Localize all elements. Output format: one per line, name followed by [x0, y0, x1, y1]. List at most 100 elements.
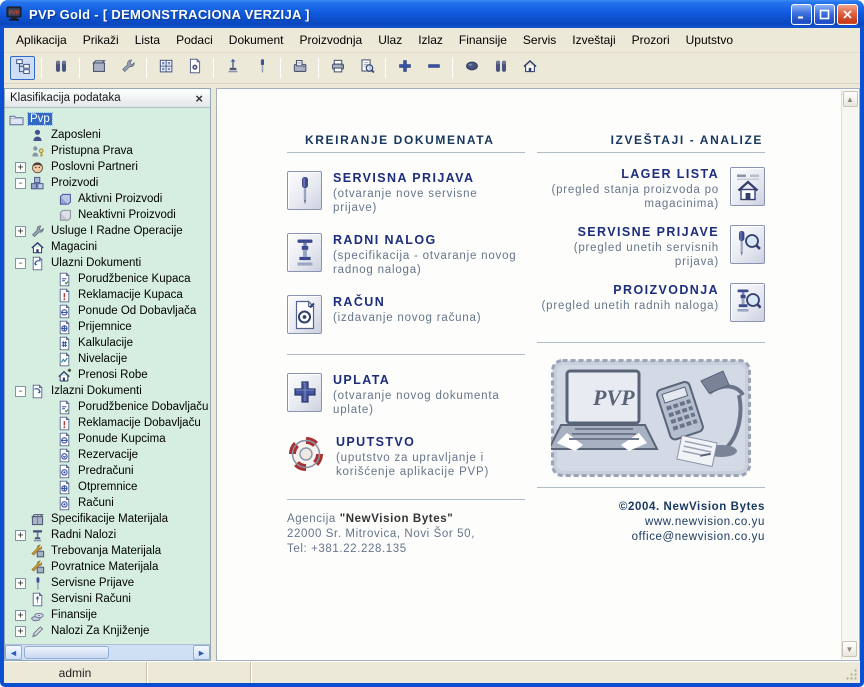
scroll-up-icon[interactable]: ▲ [843, 91, 858, 107]
tree-expander-icon[interactable]: + [15, 578, 26, 589]
minimize-button[interactable] [791, 4, 812, 25]
menu-finansije[interactable]: Finansije [451, 30, 515, 50]
tree-item-prenosi-robe[interactable]: Prenosi Robe [5, 367, 210, 383]
scroll-down-icon[interactable]: ▼ [842, 641, 857, 657]
tree-item-trebovanja-materijala[interactable]: Trebovanja Materijala [5, 543, 210, 559]
scrollbar-thumb[interactable] [24, 646, 109, 659]
menu-proizvodnja[interactable]: Proizvodnja [291, 30, 370, 50]
tree-item-ulazni-dokumenti[interactable]: -Ulazni Dokumenti [5, 255, 210, 271]
toolbar-press-up-button[interactable] [220, 56, 245, 80]
tree-item-porud-benice-dobavlja-u[interactable]: Porudžbenice Dobavljaču [5, 399, 210, 415]
tree-item-otpremnice[interactable]: Otpremnice [5, 479, 210, 495]
tree-item-predra-uni[interactable]: Predračuni [5, 463, 210, 479]
menu-prika-i[interactable]: Prikaži [75, 30, 127, 50]
tree-item-finansije[interactable]: +Finansije [5, 607, 210, 623]
resize-grip[interactable] [845, 668, 858, 681]
close-button[interactable] [837, 4, 858, 25]
tree-item-zaposleni[interactable]: Zaposleni [5, 127, 210, 143]
title-bar[interactable]: PVP PVP Gold - [ DEMONSTRACIONA VERZIJA … [0, 0, 864, 28]
tree-item-radni-nalozi[interactable]: +Radni Nalozi [5, 527, 210, 543]
menu-dokument[interactable]: Dokument [221, 30, 292, 50]
toolbar-wrench-button[interactable] [115, 56, 140, 80]
tree-item-prijemnice[interactable]: Prijemnice [5, 319, 210, 335]
tree-item-servisne-prijave[interactable]: +Servisne Prijave [5, 575, 210, 591]
clamp-icon [30, 528, 45, 543]
toolbar-home-button[interactable] [517, 56, 542, 80]
toolbar-screwdriver-button[interactable] [249, 56, 274, 80]
tree-item-nalozi-za-knji-enje[interactable]: +Nalozi Za Knjiženje [5, 623, 210, 639]
shortcut-proizvodnja[interactable]: PROIZVODNJA(pregled unetih radnih naloga… [537, 283, 765, 322]
tree-item-usluge-i-radne-operacije[interactable]: +Usluge I Radne Operacije [5, 223, 210, 239]
tree-item-ponude-od-dobavlja-a[interactable]: Ponude Od Dobavljača [5, 303, 210, 319]
main-vertical-scrollbar[interactable]: ▲ ▼ [841, 90, 858, 659]
shortcut-description: (pregled unetih radnih naloga) [542, 299, 719, 313]
tree-item-pvp[interactable]: Pvp [5, 111, 210, 127]
toolbar-package-button[interactable] [86, 56, 111, 80]
tree-expander-icon[interactable]: - [15, 258, 26, 269]
menu-prozori[interactable]: Prozori [624, 30, 678, 50]
tree-item-proizvodi[interactable]: -Proizvodi [5, 175, 210, 191]
menu-lista[interactable]: Lista [127, 30, 168, 50]
window-title: PVP Gold - [ DEMONSTRACIONA VERZIJA ] [29, 7, 791, 22]
tree-item-rezervacije[interactable]: Rezervacije [5, 447, 210, 463]
toolbar-document-target-button[interactable] [182, 56, 207, 80]
menu-podaci[interactable]: Podaci [168, 30, 221, 50]
tree-expander-icon[interactable]: + [15, 626, 26, 637]
tree-item-izlazni-dokumenti[interactable]: -Izlazni Dokumenti [5, 383, 210, 399]
tree-item-poslovni-partneri[interactable]: +Poslovni Partneri [5, 159, 210, 175]
shortcut-servisna-prijava[interactable]: SERVISNA PRIJAVA(otvaranje nove servisne… [287, 171, 525, 215]
tree-item-povratnice-materijala[interactable]: Povratnice Materijala [5, 559, 210, 575]
shortcut-radni-nalog[interactable]: RADNI NALOG(specifikacija - otvaranje no… [287, 233, 525, 277]
toolbar-tree-view-button[interactable] [10, 56, 35, 80]
tree-item-magacini[interactable]: Magacini [5, 239, 210, 255]
shortcut-lager-lista[interactable]: LAGER LISTA(pregled stanja proizvoda po … [537, 167, 765, 211]
tree-item-porud-benice-kupaca[interactable]: Porudžbenice Kupaca [5, 271, 210, 287]
website-link[interactable]: www.newvision.co.yu [645, 516, 765, 528]
tree-item-aktivni-proizvodi[interactable]: Aktivni Proizvodi [5, 191, 210, 207]
main-panel: KREIRANJE DOKUMENATA SERVISNA PRIJAVA(ot… [216, 88, 860, 661]
tree-item-ponude-kupcima[interactable]: Ponude Kupcima [5, 431, 210, 447]
shortcut-servisne-prijave[interactable]: SERVISNE PRIJAVE(pregled unetih servisni… [537, 225, 765, 269]
email-link[interactable]: office@newvision.co.yu [632, 531, 765, 543]
toolbar-print-preview-button[interactable] [354, 56, 379, 80]
tree-expander-icon[interactable]: + [15, 530, 26, 541]
menu-ulaz[interactable]: Ulaz [370, 30, 410, 50]
tree-item-ra-uni[interactable]: Računi [5, 495, 210, 511]
tree-item-kalkulacije[interactable]: Kalkulacije [5, 335, 210, 351]
scroll-left-icon[interactable]: ◄ [5, 645, 22, 660]
toolbar-oval-button[interactable] [459, 56, 484, 80]
menu-izve-taji[interactable]: Izveštaji [564, 30, 623, 50]
menu-servis[interactable]: Servis [515, 30, 564, 50]
toolbar-minus-button[interactable] [421, 56, 446, 80]
tree-item-reklamacije-dobavlja-u[interactable]: Reklamacije Dobavljaču [5, 415, 210, 431]
sidebar-horizontal-scrollbar[interactable]: ◄ ► [5, 644, 210, 660]
agency-phone: Tel: +381.22.228.135 [287, 543, 407, 555]
scroll-right-icon[interactable]: ► [193, 645, 210, 660]
toolbar-binoculars-button[interactable] [48, 56, 73, 80]
tree-expander-icon[interactable]: - [15, 386, 26, 397]
panel-close-icon[interactable]: × [193, 93, 205, 104]
screwdriver-icon [254, 58, 270, 79]
toolbar-fax-button[interactable] [287, 56, 312, 80]
menu-uputstvo[interactable]: Uputstvo [678, 30, 741, 50]
tree-item-servisni-ra-uni[interactable]: Servisni Računi [5, 591, 210, 607]
toolbar-binoculars-2-button[interactable] [488, 56, 513, 80]
tree-expander-icon[interactable]: + [15, 226, 26, 237]
shortcut-uputstvo[interactable]: UPUTSTVO(uputstvo za upravljanje i koriš… [287, 435, 525, 479]
tree-expander-icon[interactable]: + [15, 162, 26, 173]
tree-item-reklamacije-kupaca[interactable]: Reklamacije Kupaca [5, 287, 210, 303]
tree-expander-icon[interactable]: - [15, 178, 26, 189]
shortcut-uplata[interactable]: UPLATA(otvaranje novog dokumenta uplate) [287, 373, 525, 417]
tree-item-neaktivni-proizvodi[interactable]: Neaktivni Proizvodi [5, 207, 210, 223]
toolbar-split-window-button[interactable] [153, 56, 178, 80]
tree-expander-icon[interactable]: + [15, 610, 26, 621]
shortcut-ra-un[interactable]: RAČUN(izdavanje novog računa) [287, 295, 525, 334]
tree-item-pristupna-prava[interactable]: Pristupna Prava [5, 143, 210, 159]
menu-aplikacija[interactable]: Aplikacija [8, 30, 75, 50]
maximize-button[interactable] [814, 4, 835, 25]
toolbar-printer-button[interactable] [325, 56, 350, 80]
tree-item-nivelacije[interactable]: Nivelacije [5, 351, 210, 367]
tree-item-specifikacije-materijala[interactable]: Specifikacije Materijala [5, 511, 210, 527]
toolbar-plus-button[interactable] [392, 56, 417, 80]
menu-izlaz[interactable]: Izlaz [410, 30, 451, 50]
